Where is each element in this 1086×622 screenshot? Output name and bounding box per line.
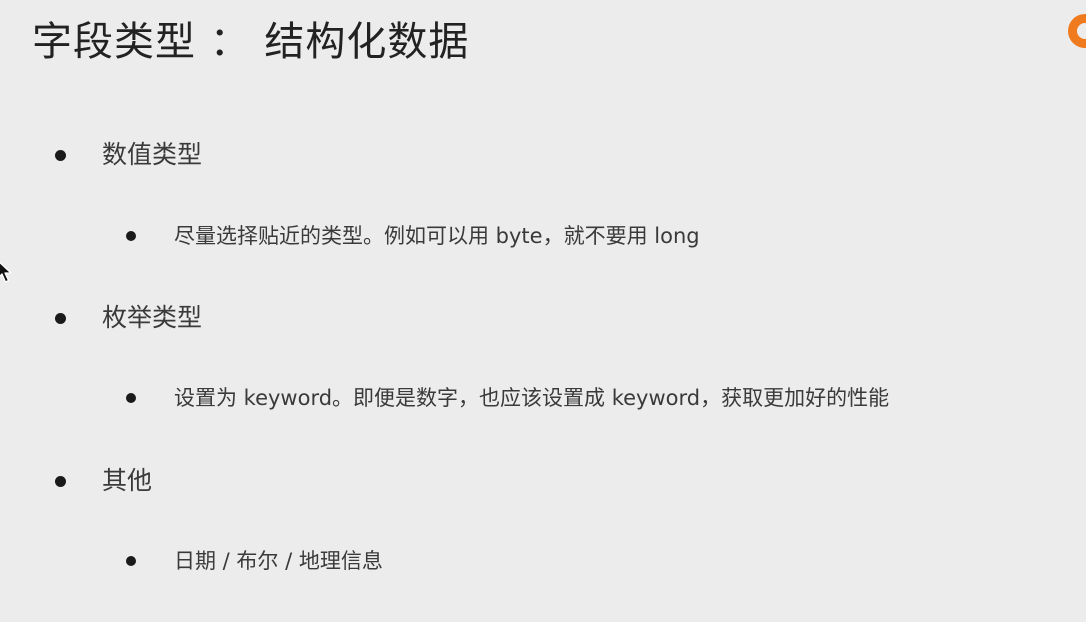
slide-title: 字段类型 ： 结构化数据 [32,19,470,65]
sub-bullet-text: 日期 / 布尔 / 地理信息 [174,549,383,573]
sub-bullet-numeric-detail: 尽量选择贴近的类型。例如可以用 byte，就不要用 long [126,221,700,251]
bullet-label: 枚举类型 [102,303,203,332]
mouse-pointer-icon [0,261,12,283]
bullet-other-type: 其他 [55,464,152,498]
bullet-dot [55,312,66,324]
bullet-dot [55,149,66,161]
bullet-dot [126,393,136,403]
sub-bullet-other-detail: 日期 / 布尔 / 地理信息 [126,546,383,576]
sub-bullet-enum-detail: 设置为 keyword。即便是数字，也应该设置成 keyword，获取更加好的性… [126,383,889,413]
bullet-dot [55,475,66,487]
orange-ring-logo-icon [1068,14,1086,48]
bullet-numeric-type: 数值类型 [55,138,202,172]
bullet-label: 其他 [102,466,153,495]
bullet-label: 数值类型 [102,140,203,169]
bullet-dot [126,231,136,241]
bullet-enum-type: 枚举类型 [55,301,202,335]
bullet-dot [126,556,136,566]
sub-bullet-text: 设置为 keyword。即便是数字，也应该设置成 keyword，获取更加好的性… [174,386,890,410]
sub-bullet-text: 尽量选择贴近的类型。例如可以用 byte，就不要用 long [174,224,700,248]
